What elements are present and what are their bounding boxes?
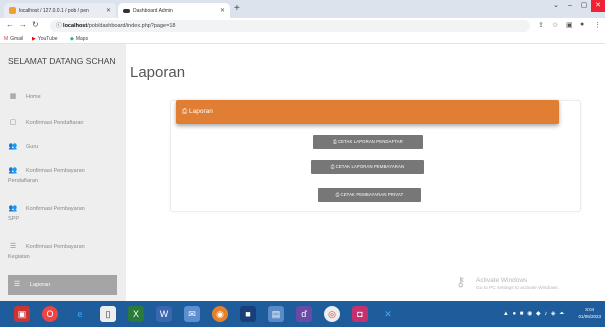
sidebar-brand: SELAMAT DATANG SCHAN <box>8 56 116 66</box>
chevron-down-icon[interactable]: ⌄ <box>549 0 563 12</box>
gmail-icon: M <box>4 36 9 42</box>
reload-icon[interactable]: ↻ <box>32 20 39 29</box>
sidebar-item-pembayaran-pendaftaran[interactable]: 👥 Konfirmasi Pembayaran Pendaftaran <box>8 166 120 186</box>
print-icon: ⎙ <box>333 139 337 144</box>
key-icon: ⚷ <box>456 274 466 289</box>
opera-icon[interactable]: O <box>42 306 58 322</box>
star-icon[interactable]: ☆ <box>552 21 558 29</box>
file-icon[interactable]: ▯ <box>100 306 116 322</box>
window-controls: ⌄ – ▢ ✕ <box>549 0 605 18</box>
bookmarks-bar: M Gmail ▶ YouTube ◆ Maps <box>0 34 605 44</box>
system-tray[interactable]: ▲ ● ■ ◉ ◆ ♪ ◈ ⏶ <box>503 310 565 318</box>
minimize-button[interactable]: – <box>563 0 577 12</box>
vscode-icon[interactable]: ✕ <box>380 306 396 322</box>
clock[interactable]: 8:04 01/06/2023 <box>578 306 601 320</box>
maximize-button[interactable]: ▢ <box>577 0 591 12</box>
cetak-laporan-pembayaran-button[interactable]: ⎙ CETAK LAPORAN PEMBAYARAN <box>311 160 424 174</box>
start-app-icon[interactable]: ▣ <box>14 306 30 322</box>
bookmark-youtube[interactable]: ▶ YouTube <box>32 36 58 42</box>
sidepanel-icon[interactable]: ▣ <box>566 21 573 29</box>
menu-icon[interactable]: ⋮ <box>594 21 601 29</box>
info-icon: ⓘ <box>56 23 62 29</box>
excel-icon[interactable]: X <box>128 306 144 322</box>
dashboard-favicon <box>123 8 130 13</box>
profile-icon[interactable]: ● <box>580 21 584 28</box>
media-icon[interactable]: ■ <box>240 306 256 322</box>
tab-dashboard[interactable]: Dashboard Admin ✕ <box>118 3 230 18</box>
ie-icon[interactable]: e <box>72 306 88 322</box>
word-icon[interactable]: W <box>156 306 172 322</box>
tab-label: Dashboard Admin <box>133 7 173 14</box>
close-icon[interactable]: ✕ <box>220 7 225 14</box>
app-icon[interactable]: ◘ <box>352 306 368 322</box>
sidebar-item-guru[interactable]: 👥 Guru <box>8 142 120 152</box>
firefox-icon[interactable]: ◉ <box>212 306 228 322</box>
users-icon: 👥 <box>8 167 18 174</box>
list-icon: ☰ <box>13 281 21 288</box>
address-bar-row: ← → ↻ ⓘ localhost/pob/dashboard/index.ph… <box>0 18 605 34</box>
print-icon: ⎙ <box>330 164 335 169</box>
sidebar-item-home[interactable]: ▦ Home <box>8 92 120 102</box>
users-icon: 👥 <box>8 205 18 212</box>
close-icon[interactable]: ✕ <box>106 7 111 14</box>
sidebar-item-pembayaran-kegiatan[interactable]: ☰ Konfirmasi Pembayaran Kegiatan <box>8 242 120 262</box>
outlook-icon[interactable]: ✉ <box>184 306 200 322</box>
bookmark-gmail[interactable]: M Gmail <box>4 36 23 42</box>
browser-tab-bar: localhost / 127.0.0.1 / pob / pen ✕ Dash… <box>0 0 605 18</box>
youtube-icon: ▶ <box>32 36 36 42</box>
maps-icon: ◆ <box>70 36 74 42</box>
cetak-laporan-pendaftar-button[interactable]: ⎙ CETAK LAPORAN PENDAFTAR <box>313 135 423 149</box>
sidebar-item-pembayaran-spp[interactable]: 👥 Konfirmasi Pembayaran SPP <box>8 204 120 224</box>
square-icon: ▢ <box>9 119 17 126</box>
chrome-icon[interactable]: ◎ <box>324 306 340 322</box>
back-icon[interactable]: ← <box>6 20 14 29</box>
url-path: /pob/dashboard/index.php?page=18 <box>87 23 176 29</box>
taskbar: ▣ O e ▯ X W ✉ ◉ ■ ▤ ď ◎ ◘ ✕ ▲ ● ■ ◉ ◆ ♪ … <box>0 301 605 327</box>
dashboard-icon: ▦ <box>9 93 17 100</box>
cetak-pembayaran-privat-button[interactable]: ⎙ CETAK PEMBAYARAN PRIVAT <box>318 188 421 202</box>
tab-phpmyadmin[interactable]: localhost / 127.0.0.1 / pob / pen ✕ <box>4 3 116 18</box>
users-icon: 👥 <box>8 143 18 150</box>
list-icon: ☰ <box>9 243 17 250</box>
card-header: ⎙ Laporan <box>176 100 559 124</box>
phpmyadmin-icon <box>9 7 16 14</box>
new-tab-button[interactable]: + <box>234 3 240 15</box>
print-icon: ⎙ <box>182 108 188 115</box>
tab-label: localhost / 127.0.0.1 / pob / pen <box>19 7 89 14</box>
url-host: localhost <box>63 23 88 29</box>
page-title: Laporan <box>130 64 186 81</box>
sidebar-item-laporan[interactable]: ☰ Laporan <box>8 275 117 295</box>
close-window-button[interactable]: ✕ <box>591 0 605 12</box>
sidebar-item-konfirmasi-pendaftaran[interactable]: ▢ Konfirmasi Pendaftaran <box>8 118 120 128</box>
share-icon[interactable]: ⇪ <box>538 21 544 29</box>
bookmark-maps[interactable]: ◆ Maps <box>70 36 88 42</box>
print-icon: ⎙ <box>335 192 340 197</box>
url-field[interactable]: ⓘ localhost/pob/dashboard/index.php?page… <box>50 20 530 32</box>
xampp-icon[interactable]: ď <box>296 306 312 322</box>
forward-icon[interactable]: → <box>19 20 27 29</box>
folder-icon[interactable]: ▤ <box>268 306 284 322</box>
sidebar: SELAMAT DATANG SCHAN ▦ Home ▢ Konfirmasi P… <box>0 44 126 301</box>
